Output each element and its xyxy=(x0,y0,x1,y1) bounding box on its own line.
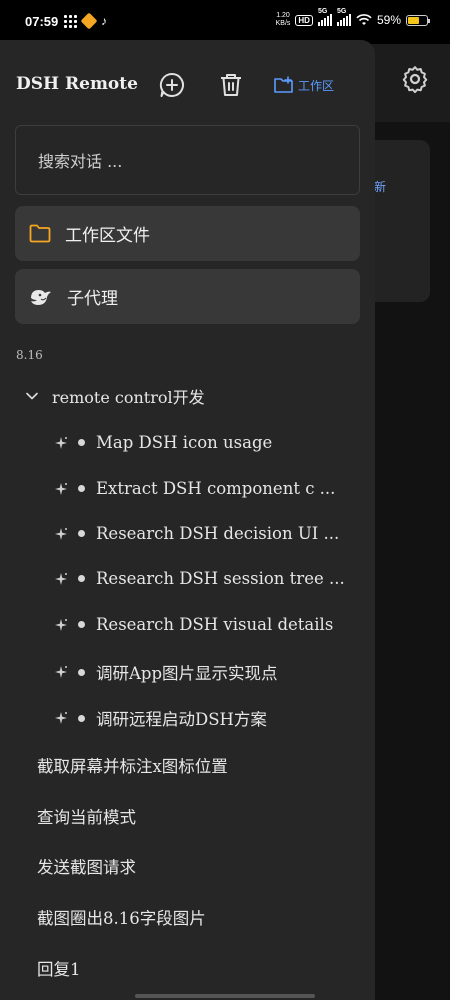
sub-conversation-item[interactable]: Map DSH icon usage xyxy=(54,433,272,452)
conversation-item[interactable]: 截取屏幕并标注x图标位置 xyxy=(37,753,228,777)
status-dot xyxy=(78,439,85,446)
sim1-label: 5G xyxy=(317,8,328,15)
status-dot xyxy=(78,714,85,722)
plus-circle-icon xyxy=(159,72,184,97)
sub-conversation-item[interactable]: Research DSH session tree ... xyxy=(54,569,345,588)
hd-badge: HD xyxy=(295,14,313,26)
signal-1-icon: 5G xyxy=(317,8,332,26)
tiktok-icon: ♪ xyxy=(101,14,107,28)
settings-gear-icon[interactable] xyxy=(400,64,430,94)
home-indicator[interactable] xyxy=(135,994,315,998)
sub-conversation-title: 调研远程启动DSH方案 xyxy=(96,710,267,729)
status-dot xyxy=(78,621,85,628)
background-card-text: 新 xyxy=(374,180,387,194)
workspace-button[interactable]: 工作区 xyxy=(274,76,334,94)
net-speed-unit: KB/s xyxy=(275,20,291,27)
heart-app-icon xyxy=(80,12,98,30)
battery-icon xyxy=(406,14,430,26)
trash-icon xyxy=(221,74,241,96)
wifi-icon xyxy=(356,14,372,25)
app-title: DSH Remote xyxy=(16,74,138,94)
nav-subagents-label: 子代理 xyxy=(67,289,118,309)
conversation-group-label: remote control开发 xyxy=(52,388,205,407)
signal-2-icon: 5G xyxy=(336,8,351,26)
app-grid-icon xyxy=(64,14,77,28)
status-bar: 07:59 ♪ 1.20 KB/s HD 5G 5G 59% xyxy=(0,0,450,44)
nav-workspace-files[interactable]: 工作区文件 xyxy=(15,206,360,261)
sub-conversation-item[interactable]: 调研远程启动DSH方案 xyxy=(54,706,267,730)
add-folder-icon xyxy=(274,76,293,93)
delete-button[interactable] xyxy=(216,70,246,100)
battery-percent: 59% xyxy=(376,13,401,27)
status-dot xyxy=(78,575,85,582)
sparkle-icon xyxy=(55,618,67,631)
navigation-drawer: DSH Remote 工作区 搜索对话 ... 工作区文件 子代理 8.16 r… xyxy=(0,40,375,1000)
status-dot xyxy=(78,530,85,537)
sim2-label: 5G xyxy=(336,8,347,15)
conversation-group[interactable]: remote control开发 xyxy=(26,384,205,408)
conversation-item[interactable]: 发送截图请求 xyxy=(37,854,136,878)
date-label: 8.16 xyxy=(16,348,43,362)
sub-conversation-title: 调研App图片显示实现点 xyxy=(96,664,278,683)
sub-conversation-title: Map DSH icon usage xyxy=(96,433,273,452)
sub-conversation-item[interactable]: 调研App图片显示实现点 xyxy=(54,660,278,684)
sparkle-icon xyxy=(55,666,67,678)
sub-conversation-title: Extract DSH component c ... xyxy=(96,479,336,498)
status-time: 07:59 xyxy=(25,14,59,29)
sub-conversation-item[interactable]: Extract DSH component c ... xyxy=(54,479,335,498)
conversation-item[interactable]: 回复1 xyxy=(37,956,81,980)
sub-conversation-item[interactable]: Research DSH visual details xyxy=(54,615,333,634)
notification-icons: ♪ xyxy=(64,12,107,30)
workspace-button-label: 工作区 xyxy=(298,78,335,93)
sub-conversation-title: Research DSH session tree ... xyxy=(96,569,345,588)
net-speed-value: 1.20 xyxy=(276,12,290,19)
nav-subagents[interactable]: 子代理 xyxy=(15,269,360,324)
sparkle-icon xyxy=(55,527,67,540)
conversation-item[interactable]: 截图圈出8.16字段图片 xyxy=(37,905,206,929)
status-dot xyxy=(78,668,85,676)
agent-bird-icon xyxy=(31,289,51,305)
sparkle-icon xyxy=(55,482,67,495)
sparkle-icon xyxy=(55,712,67,724)
status-dot xyxy=(78,485,85,492)
new-chat-button[interactable] xyxy=(157,70,187,100)
chevron-down-icon[interactable] xyxy=(26,392,38,400)
nav-workspace-files-label: 工作区文件 xyxy=(65,226,150,246)
sparkle-icon xyxy=(55,572,67,585)
search-input[interactable]: 搜索对话 ... xyxy=(15,125,360,195)
net-speed: 1.20 KB/s xyxy=(276,12,291,28)
folder-icon xyxy=(29,224,51,243)
status-right: 1.20 KB/s HD 5G 5G 59% xyxy=(276,8,430,28)
sub-conversation-item[interactable]: Research DSH decision UI ... xyxy=(54,524,339,543)
sparkle-icon xyxy=(55,436,67,449)
sub-conversation-title: Research DSH decision UI ... xyxy=(96,524,340,543)
sub-conversation-title: Research DSH visual details xyxy=(96,615,334,634)
conversation-item[interactable]: 查询当前模式 xyxy=(37,804,136,828)
